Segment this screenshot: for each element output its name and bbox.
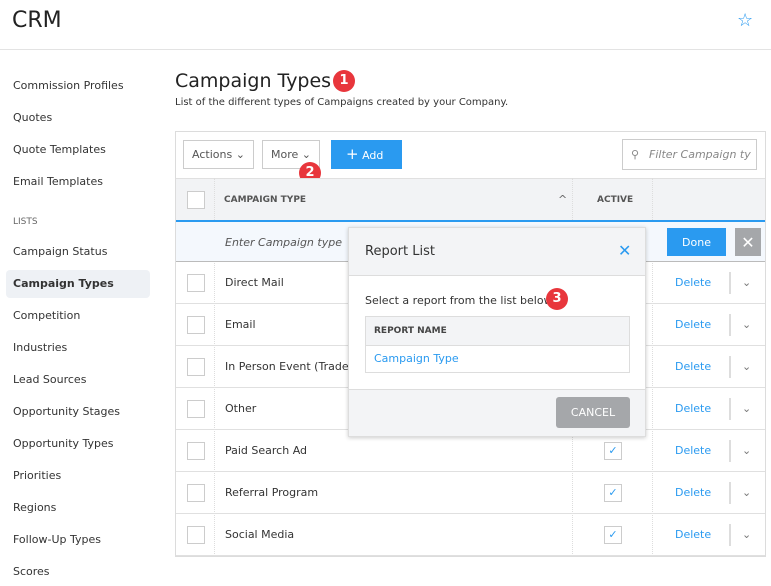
page-subtitle: List of the different types of Campaigns… [175,97,509,108]
more-label: More [271,148,299,161]
divider [729,398,731,420]
row-checkbox[interactable] [187,316,205,334]
close-icon[interactable]: ✕ [618,241,631,260]
sidebar-item[interactable]: Regions [6,494,150,522]
page-title: Campaign Types [175,70,332,92]
close-icon[interactable]: ✕ [735,228,761,256]
active-checkbox-checked[interactable]: ✓ [604,442,622,460]
modal-header: Report List ✕ [349,228,645,276]
campaign-type-name: Direct Mail [225,276,284,289]
active-checkbox-checked[interactable]: ✓ [604,484,622,502]
actions-dropdown[interactable]: Actions ⌄ [183,140,254,169]
annotation-badge: 3 [546,288,568,310]
chevron-down-icon: ⌄ [301,148,311,161]
new-campaign-type-input[interactable]: Enter Campaign type [225,222,342,264]
chevron-down-icon: ⌄ [235,148,245,161]
sidebar-item[interactable]: Competition [6,302,150,330]
column-header-campaign-type[interactable]: CAMPAIGN TYPE [224,179,306,221]
modal-footer: CANCEL [349,389,645,436]
campaign-type-name: Other [225,402,257,415]
table-row: Referral Program ✓ Delete ⌄ [176,472,765,514]
plus-icon: + [346,145,359,163]
delete-link[interactable]: Delete [675,304,711,346]
delete-link[interactable]: Delete [675,472,711,514]
search-icon: ⚲ [631,148,640,161]
sidebar-item[interactable]: Quotes [6,104,150,132]
report-table: REPORT NAME Campaign Type [365,316,630,373]
row-checkbox[interactable] [187,442,205,460]
done-button[interactable]: Done [667,228,726,256]
row-checkbox[interactable] [187,274,205,292]
delete-link[interactable]: Delete [675,388,711,430]
sidebar-section-label: LISTS [13,217,38,227]
sidebar-item[interactable]: Commission Profiles [6,72,150,100]
divider [729,482,731,504]
chevron-down-icon[interactable]: ⌄ [742,262,751,304]
app-header: CRM ☆ [0,0,771,50]
sidebar-item[interactable]: Industries [6,334,150,362]
divider [729,440,731,462]
sidebar-item[interactable]: Lead Sources [6,366,150,394]
sidebar-item[interactable]: Scores [6,558,150,586]
delete-link[interactable]: Delete [675,430,711,472]
delete-link[interactable]: Delete [675,262,711,304]
campaign-type-name: Email [225,318,256,331]
add-label: Add [362,149,384,162]
select-all-checkbox[interactable] [187,191,205,209]
divider [729,524,731,546]
delete-link[interactable]: Delete [675,346,711,388]
campaign-type-name: Referral Program [225,486,319,499]
sidebar-item[interactable]: Quote Templates [6,136,150,164]
sidebar-item[interactable]: Priorities [6,462,150,490]
report-link[interactable]: Campaign Type [366,346,629,372]
sidebar-item[interactable]: Opportunity Stages [6,398,150,426]
campaign-type-name: Social Media [225,528,295,541]
column-header-active[interactable]: ACTIVE [597,179,633,221]
row-checkbox[interactable] [187,400,205,418]
sidebar-item[interactable]: Campaign Status [6,238,150,266]
filter-input[interactable]: ⚲ Filter Campaign ty [622,139,757,170]
divider [729,356,731,378]
table-header: CAMPAIGN TYPE ^ ACTIVE [176,178,765,220]
active-checkbox-checked[interactable]: ✓ [604,526,622,544]
table-row: Social Media ✓ Delete ⌄ [176,514,765,556]
add-button[interactable]: + Add [331,140,402,169]
chevron-down-icon[interactable]: ⌄ [742,346,751,388]
modal-instruction: Select a report from the list below [365,294,553,307]
cancel-button[interactable]: CANCEL [556,397,630,428]
report-name-header: REPORT NAME [366,317,629,346]
divider [729,272,731,294]
sidebar-item[interactable]: Follow-Up Types [6,526,150,554]
campaign-type-name: In Person Event (Trades [225,360,355,373]
campaign-type-name: Paid Search Ad [225,444,308,457]
sidebar-item-active[interactable]: Campaign Types [6,270,150,298]
row-checkbox[interactable] [187,526,205,544]
actions-label: Actions [192,148,233,161]
filter-placeholder: Filter Campaign ty [649,148,751,161]
chevron-down-icon[interactable]: ⌄ [742,388,751,430]
delete-link[interactable]: Delete [675,514,711,556]
modal-title: Report List [365,244,435,259]
chevron-down-icon[interactable]: ⌄ [742,514,751,556]
row-checkbox[interactable] [187,484,205,502]
sort-ascending-icon[interactable]: ^ [558,179,567,221]
sidebar-item[interactable]: Opportunity Types [6,430,150,458]
report-list-modal: Report List ✕ Select a report from the l… [348,227,646,437]
app-title: CRM [12,8,62,33]
star-icon[interactable]: ☆ [737,10,753,31]
row-checkbox[interactable] [187,358,205,376]
annotation-badge: 1 [333,70,355,92]
sidebar-item[interactable]: Email Templates [6,168,150,196]
chevron-down-icon[interactable]: ⌄ [742,430,751,472]
chevron-down-icon[interactable]: ⌄ [742,472,751,514]
divider [729,314,731,336]
chevron-down-icon[interactable]: ⌄ [742,304,751,346]
